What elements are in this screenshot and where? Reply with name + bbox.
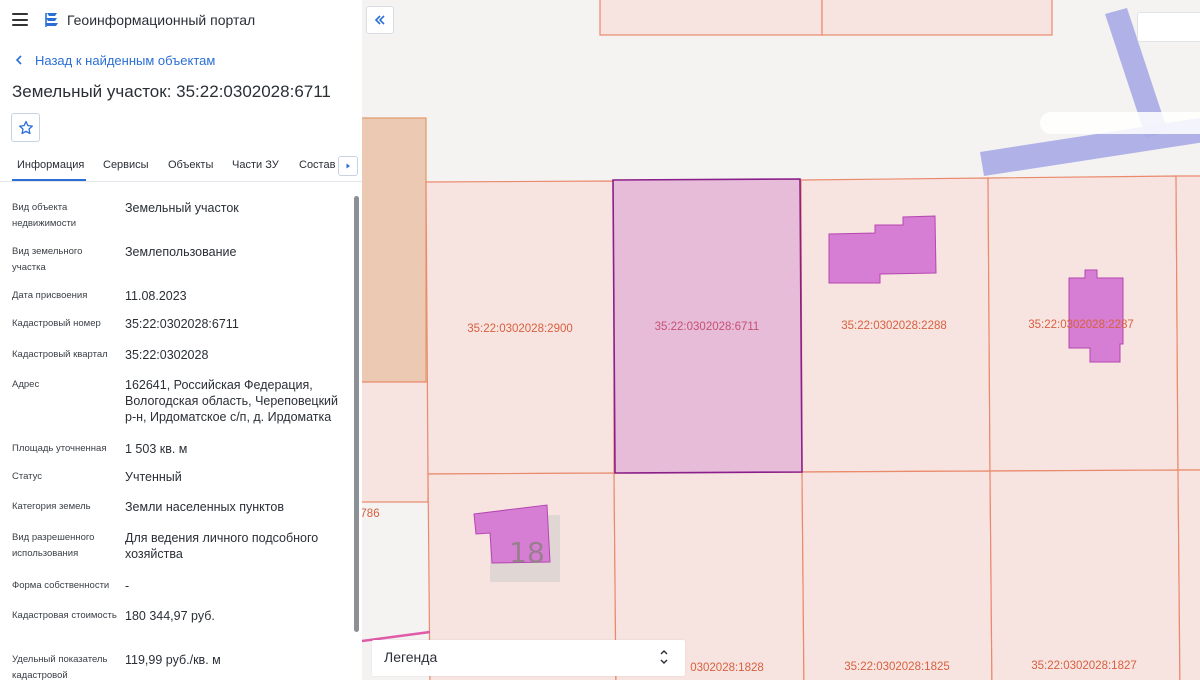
parcel-left-brown[interactable] <box>362 117 427 383</box>
legend-label: Легенда <box>384 649 438 665</box>
property-value: 180 344,97 руб. <box>125 609 215 623</box>
legend-panel[interactable]: Легенда <box>372 640 685 676</box>
property-label: Кадастровый квартал <box>12 349 108 360</box>
house-number: 18 <box>509 536 545 569</box>
tab-objects[interactable]: Объекты <box>168 159 213 171</box>
property-value: Для ведения личного подсобного хозяйства <box>125 531 319 561</box>
star-icon <box>18 120 33 134</box>
map-canvas[interactable]: 35:22:0302028:2900 35:22:0302028:6711 35… <box>362 0 1200 680</box>
property-value: 1 503 кв. м <box>125 442 188 456</box>
double-chevron-left-icon <box>374 15 385 25</box>
property-value: Землепользование <box>125 245 237 259</box>
back-to-results-link[interactable]: Назад к найденным объектам <box>13 52 215 68</box>
collapse-sidebar-button[interactable] <box>366 6 394 34</box>
parcel-left-lower[interactable] <box>362 381 429 503</box>
parcel-label: 35:22:0302028:2288 <box>841 320 947 332</box>
tab-bar: Информация Сервисы Объекты Части ЗУ Сост… <box>0 150 362 182</box>
parcel-label: 35:22:0302028:2900 <box>467 323 573 335</box>
property-label: Удельный показатель кадастровой <box>12 654 108 680</box>
tab-composition[interactable]: Состав <box>299 159 335 171</box>
parcel-label: 35:22:0302028:1825 <box>844 661 950 673</box>
property-label: Кадастровый номер <box>12 318 101 329</box>
parcel-bottom-far-right[interactable] <box>1177 469 1200 680</box>
property-value: Учтенный <box>125 470 182 484</box>
parcel-far-right[interactable] <box>1175 175 1200 471</box>
portal-logo-icon <box>45 13 58 27</box>
chevron-up-down-icon <box>660 650 668 664</box>
sidebar-scrollbar-thumb[interactable] <box>354 196 359 632</box>
tabs-scroll-right-button[interactable] <box>338 156 358 176</box>
map-search-box[interactable] <box>1137 12 1200 42</box>
sidebar-header: Геоинформационный портал <box>0 0 362 40</box>
property-value: Земли населенных пунктов <box>125 500 284 514</box>
parcel-label: 35:22:0302028:1827 <box>1031 660 1137 672</box>
caret-right-icon <box>346 163 350 169</box>
property-label: Площадь уточненная <box>12 443 107 454</box>
property-label: Вид объекта недвижимости <box>12 202 77 229</box>
parcel-label: 786 <box>362 508 380 520</box>
road-label-blur <box>1040 112 1200 134</box>
property-value: 11.08.2023 <box>125 289 187 303</box>
property-label: Адрес <box>12 379 40 390</box>
favorite-button[interactable] <box>11 113 40 142</box>
property-label: Категория земель <box>12 501 91 512</box>
info-sidebar: Геоинформационный портал Назад к найденн… <box>0 0 362 680</box>
property-value: - <box>125 579 130 593</box>
object-title: Земельный участок: 35:22:0302028:6711 <box>12 82 331 101</box>
tab-parcel-parts[interactable]: Части ЗУ <box>232 159 279 171</box>
parcel-top-right[interactable] <box>821 0 1053 36</box>
parcel-top-left[interactable] <box>599 0 823 36</box>
building-2287[interactable] <box>1068 269 1124 363</box>
parcel-label: 35:22:0302028:2287 <box>1028 319 1134 331</box>
property-value: Земельный участок <box>125 201 239 215</box>
property-label: Статус <box>12 471 43 482</box>
property-label: Форма собственности <box>12 580 110 591</box>
property-value: 35:22:0302028 <box>125 348 209 362</box>
chevron-left-icon <box>15 55 22 65</box>
property-value: 35:22:0302028:6711 <box>125 317 239 331</box>
parcel-label: 35:22:0302028:6711 <box>655 321 760 333</box>
back-link-label: Назад к найденным объектам <box>35 52 216 68</box>
portal-title: Геоинформационный портал <box>67 12 256 28</box>
property-label: Дата присвоения <box>12 290 88 301</box>
property-label: Вид земельного участка <box>12 246 83 273</box>
cadastral-map: 35:22:0302028:2900 35:22:0302028:6711 35… <box>362 0 1200 680</box>
active-tab-indicator <box>12 179 86 181</box>
tab-services[interactable]: Сервисы <box>103 159 149 171</box>
tab-information[interactable]: Информация <box>17 159 84 171</box>
property-label: Вид разрешенного использования <box>12 532 95 559</box>
parcel-1827[interactable] <box>989 469 1181 680</box>
property-value: 162641, Российская Федерация, Вологодска… <box>125 378 339 424</box>
parcel-label: 0302028:1828 <box>690 662 764 674</box>
hamburger-icon[interactable] <box>12 13 28 26</box>
property-value: 119,99 руб./кв. м <box>125 653 221 667</box>
property-label: Кадастровая стоимость <box>12 610 117 621</box>
parcel-1825[interactable] <box>801 470 993 680</box>
